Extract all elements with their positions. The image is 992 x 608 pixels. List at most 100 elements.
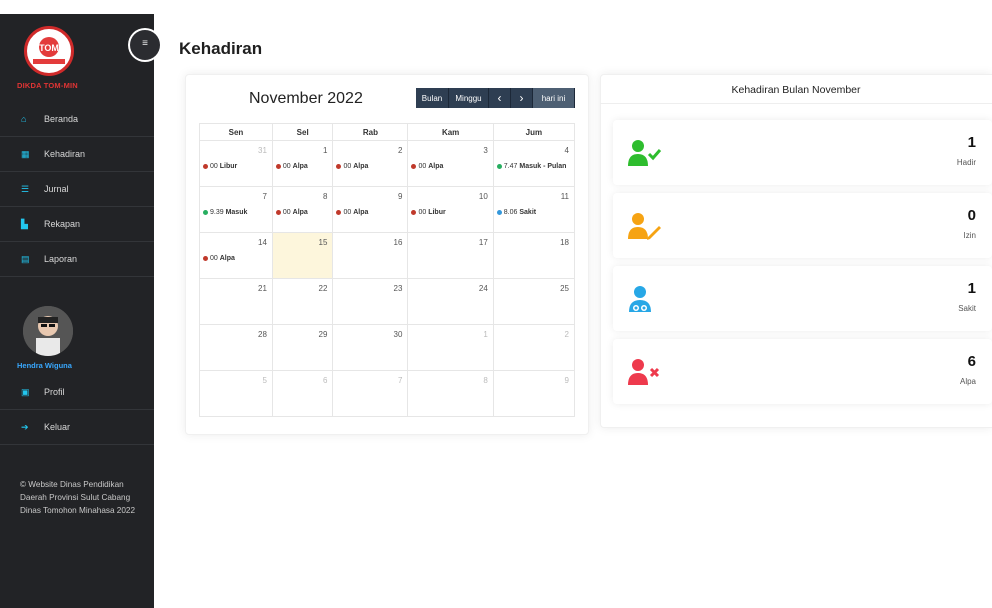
calendar-day-cell[interactable]: 15 [271,232,334,279]
calendar-day-cell[interactable]: 14 00 Alpa [199,232,273,279]
stat-card-alpa: 6 Alpa [613,339,992,404]
calendar-event[interactable]: 00 Libur [203,163,237,170]
calendar-day-cell[interactable]: 2 [492,324,576,371]
event-time: 00 [418,209,427,216]
stat-value: 6 [967,353,976,370]
calendar-event[interactable]: 7.47 Masuk - Pulan [496,163,566,170]
day-number: 18 [560,238,569,247]
event-dot-icon [203,163,208,169]
calendar-day-cell[interactable]: 30 [332,324,409,371]
logo: TOM [24,26,74,76]
event-label: Alpa [292,209,308,216]
day-number: 17 [478,238,488,247]
event-label: Alpa [292,163,308,170]
sidebar-item-laporan[interactable]: ▤ Laporan [0,242,154,277]
calendar-day-cell[interactable]: 2 00 Alpa [332,140,409,187]
sidebar-item-jurnal[interactable]: ☰ Jurnal [0,172,154,207]
calendar-day-cell[interactable]: 4 7.47 Masuk - Pulan [492,140,576,187]
event-dot-icon [275,163,281,169]
menu-toggle-icon[interactable]: ≡ [130,30,160,60]
sidebar-item-beranda[interactable]: ⌂ Beranda [0,102,154,137]
stat-label: Alpa [959,377,976,386]
calendar-event[interactable]: 8.06 Sakit [496,209,536,216]
day-number: 30 [393,330,403,339]
today-button[interactable]: hari ini [533,88,575,108]
calendar-event[interactable]: 9.39 Masuk [203,209,247,216]
calendar-day-cell[interactable]: 1 [407,324,494,371]
calendar-day-cell[interactable]: 9 [492,370,576,417]
sidebar-item-label: Kehadiran [44,149,86,159]
event-label: Libur [219,163,238,170]
event-time: 00 [343,209,352,216]
sidebar-item-keluar[interactable]: ➔ Keluar [0,410,154,445]
calendar-event[interactable]: 00 Alpa [336,163,368,170]
calendar-day-cell[interactable]: 11 8.06 Sakit [492,186,576,233]
stat-value: 1 [967,280,976,297]
calendar-day-cell[interactable]: 23 [332,278,409,325]
event-label: Alpa [353,209,369,216]
sidebar-item-kehadiran[interactable]: ▦ Kehadiran [0,137,154,172]
day-number: 3 [483,146,488,155]
calendar-day-cell[interactable]: 7 9.39 Masuk [199,186,273,233]
calendar-event[interactable]: 00 Libur [411,209,446,216]
calendar-day-cell[interactable]: 29 [271,324,334,371]
event-time: 00 [210,255,218,262]
calendar-day-cell[interactable]: 18 [492,232,576,279]
calendar-day-cell[interactable]: 6 [271,370,334,417]
calendar-day-cell[interactable]: 24 [407,278,494,325]
day-number: 24 [478,284,488,293]
calendar-day-cell[interactable]: 8 [407,370,494,417]
calendar-day-cell[interactable]: 5 [199,370,273,417]
brand-name: DIKDA TOM-MIN [17,81,78,90]
calendar-day-cell[interactable]: 21 [199,278,273,325]
stat-label: Sakit [958,304,976,313]
calendar-event[interactable]: 00 Alpa [275,209,308,216]
sidebar-item-label: Beranda [44,114,79,124]
event-dot-icon [203,255,208,261]
calendar-event[interactable]: 00 Alpa [203,255,235,262]
event-dot-icon [496,163,502,169]
user-check-icon [628,139,662,172]
calendar-event[interactable]: 00 Alpa [336,209,368,216]
event-time: 00 [418,163,427,170]
calendar-day-cell[interactable]: 1 00 Alpa [271,140,334,187]
sidebar-item-profil[interactable]: ▣ Profil [0,375,154,410]
calendar-day-cell[interactable]: 31 00 Libur [199,140,273,187]
next-button[interactable]: › [511,88,533,108]
event-dot-icon [203,209,208,215]
weekday-header: Sel [271,123,334,141]
calendar-day-cell[interactable]: 22 [271,278,334,325]
calendar-day-cell[interactable]: 16 [332,232,409,279]
sidebar-footer: © Website Dinas Pendidikan Daerah Provin… [20,480,136,515]
stat-label: Hadir [956,158,976,167]
sidebar: TOM DIKDA TOM-MIN ≡ ⌂ Beranda ▦ Kehadiran … [0,14,160,608]
sidebar-item-label: Laporan [44,254,78,264]
sidebar-item-rekapan[interactable]: ▙ Rekapan [0,207,154,242]
prev-button[interactable]: ‹ [489,88,511,108]
calendar-event[interactable]: 00 Alpa [275,163,308,170]
day-number: 1 [483,330,488,339]
calendar-day-cell[interactable]: 8 00 Alpa [271,186,334,233]
calendar-day-cell[interactable]: 25 [492,278,576,325]
calendar-day-cell[interactable]: 7 [332,370,409,417]
event-dot-icon [496,209,502,215]
calendar-day-cell[interactable]: 17 [407,232,494,279]
page-title: Kehadiran [179,39,263,58]
event-time: 00 [282,209,291,216]
calendar-event[interactable]: 00 Alpa [411,163,443,170]
event-time: 7.47 [503,163,518,170]
day-number: 21 [258,284,267,293]
stat-value: 1 [967,134,976,151]
sidebar-menu: ⌂ Beranda ▦ Kehadiran ☰ Jurnal ▙ Rekapan ▤ La… [0,102,154,277]
calendar-day-cell[interactable]: 10 00 Libur [407,186,494,233]
calendar-day-cell[interactable]: 3 00 Alpa [407,140,494,187]
month-view-button[interactable]: Bulan [416,88,449,108]
calendar-day-cell[interactable]: 28 [199,324,273,371]
event-dot-icon [275,209,281,215]
event-label: Alpa [219,255,235,262]
calendar-grid: Sen Sel Rab Kam Jum 31 00 Libur 1 00 Alpa 2 00 Al… [199,123,576,417]
calendar-day-cell[interactable]: 9 00 Alpa [332,186,409,233]
day-number: 6 [323,376,328,385]
day-number: 1 [323,146,328,155]
week-view-button[interactable]: Minggu [449,88,489,108]
